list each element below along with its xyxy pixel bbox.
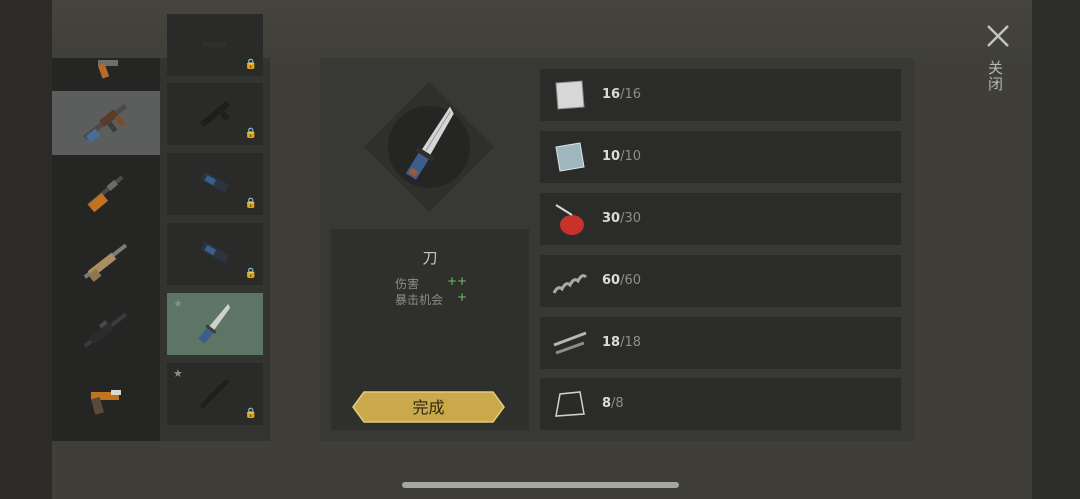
smg-icon	[87, 175, 124, 213]
star-icon: ★	[173, 297, 183, 310]
scope-icon	[203, 42, 227, 47]
stat-label-crit-chance: 暴击机会	[395, 293, 444, 307]
weapon-item-tan-rifle[interactable]	[52, 230, 160, 294]
stat-value-damage: ++	[447, 274, 468, 288]
tan-rifle-icon	[83, 243, 128, 282]
metal-sheet-icon	[555, 80, 585, 110]
complete-button[interactable]: 完成	[352, 391, 505, 423]
weapon-item-m16-rifle[interactable]	[52, 299, 160, 363]
attachment-slot[interactable]: 🔒	[167, 153, 263, 215]
lock-icon: 🔒	[244, 268, 257, 279]
left-edge	[0, 0, 52, 499]
pipe-parts-icon	[553, 331, 587, 355]
material-count: 30/30	[602, 211, 642, 226]
material-row: 60/60	[540, 255, 901, 307]
attachment-slot[interactable]: 🔒	[167, 223, 263, 285]
stock-icon	[200, 241, 230, 264]
stat-label-damage: 伤害	[395, 277, 420, 291]
material-count: 10/10	[602, 149, 642, 164]
material-row: 8/8	[540, 378, 901, 430]
lock-icon: 🔒	[244, 408, 257, 419]
grip-icon	[200, 100, 230, 128]
weapon-item-smg[interactable]	[52, 160, 160, 224]
stat-value-crit-chance: +	[457, 290, 468, 304]
material-count: 18/18	[602, 335, 642, 350]
bent-metal-icon	[555, 391, 585, 417]
attachment-list[interactable]: 🔒 🔒 🔒 🔒 ★ ★ 🔒	[160, 14, 270, 441]
weapon-list[interactable]	[52, 58, 166, 441]
material-count: 60/60	[602, 273, 642, 288]
material-count: 8/8	[602, 396, 624, 411]
material-row: 10/10	[540, 131, 901, 183]
knife-icon	[198, 303, 231, 344]
flare-pistol-icon	[91, 390, 121, 415]
material-count: 16/16	[602, 87, 642, 102]
attachment-slot-knife[interactable]: ★	[167, 293, 263, 355]
stock-icon	[200, 171, 230, 194]
oil-can-icon	[555, 204, 584, 235]
close-label[interactable]: 关闭	[986, 60, 1006, 92]
attachment-slot[interactable]: 🔒	[167, 83, 263, 145]
lock-icon: 🔒	[244, 59, 257, 70]
glass-plate-icon	[555, 142, 585, 172]
bayonet-icon	[199, 378, 230, 409]
lock-icon: 🔒	[244, 198, 257, 209]
knife-icon	[405, 106, 454, 180]
m16-rifle-icon	[83, 312, 128, 348]
weapon-item-flare-pistol[interactable]	[52, 369, 160, 433]
material-row: 18/18	[540, 317, 901, 369]
pistol-icon	[97, 60, 118, 79]
spring-icon	[552, 274, 588, 294]
right-edge	[1030, 0, 1080, 499]
item-name: 刀	[422, 249, 438, 267]
weapon-item-pistol[interactable]	[52, 34, 160, 98]
attachment-slot[interactable]: 🔒	[167, 14, 263, 76]
home-indicator[interactable]	[402, 482, 679, 488]
material-row: 30/30	[540, 193, 901, 245]
close-icon[interactable]	[984, 22, 1012, 50]
lock-icon: 🔒	[244, 128, 257, 139]
assault-rifle-icon	[83, 103, 128, 143]
material-row: 16/16	[540, 69, 901, 121]
attachment-slot[interactable]: ★ 🔒	[167, 363, 263, 425]
weapon-item-assault-rifle[interactable]	[52, 91, 166, 155]
star-icon: ★	[173, 367, 183, 380]
